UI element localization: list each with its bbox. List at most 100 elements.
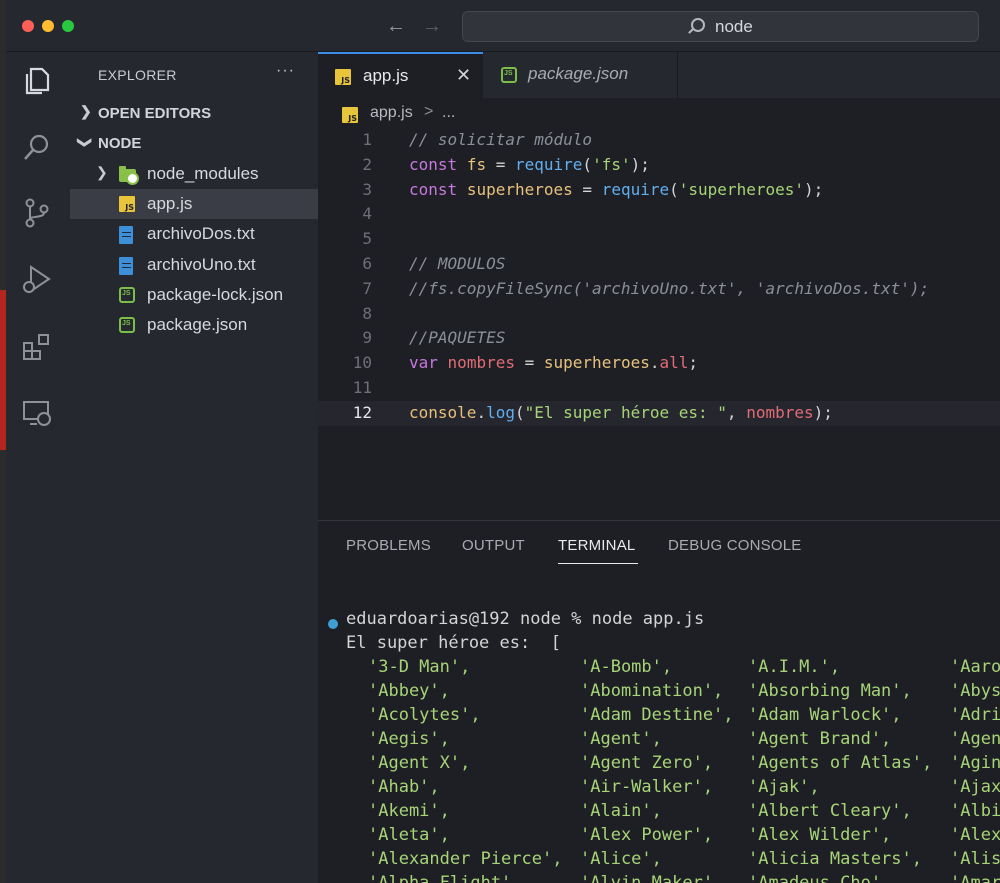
folder-label: NODE (98, 135, 142, 152)
terminal-array-item: 'Amar (950, 873, 1000, 883)
source-control-icon[interactable] (20, 196, 54, 230)
tree-item-archivouno[interactable]: archivoUno.txt (70, 250, 318, 280)
terminal-array-item: '3-D Man', (368, 657, 471, 677)
command-center-search[interactable]: node (462, 11, 979, 42)
chevron-right-icon: ❯ (96, 164, 108, 180)
javascript-file-icon: JS (119, 196, 135, 212)
code-text: const fs = require('fs'); (409, 154, 650, 174)
panel-tab-problems[interactable]: PROBLEMS (346, 537, 431, 554)
terminal-array-item: 'Agent X', (368, 753, 471, 773)
remote-explorer-icon[interactable] (20, 396, 54, 430)
line-number: 5 (362, 229, 372, 249)
code-line: 10 var nombres = superheroes.all; (318, 351, 1000, 376)
terminal-array-item: 'Adri (950, 705, 1000, 725)
back-arrow-icon[interactable]: ← (386, 14, 406, 38)
open-editors-label: OPEN EDITORS (98, 105, 212, 122)
terminal-array-item: 'Abbey', (368, 681, 450, 701)
breadcrumb-file[interactable]: app.js (370, 104, 413, 122)
more-actions-icon[interactable]: ··· (276, 62, 295, 80)
code-editor[interactable]: 1 // solicitar módulo 2 const fs = requi… (318, 128, 1000, 518)
active-tab-indicator (558, 563, 638, 564)
code-line: 4 (318, 202, 1000, 227)
terminal-array-item: 'Alicia Masters', (748, 849, 922, 869)
terminal-array-item: 'Air-Walker', (580, 777, 714, 797)
node-json-icon (501, 67, 517, 83)
code-text: console.log("El super héroe es: ", nombr… (409, 402, 833, 422)
sidebar-title: EXPLORER (98, 67, 177, 83)
panel-tab-terminal[interactable]: TERMINAL (558, 537, 635, 554)
terminal-array-item: 'Alex Wilder', (748, 825, 892, 845)
terminal-array-item: 'Albi (950, 801, 1000, 821)
terminal-array-item: 'A.I.M.', (748, 657, 841, 677)
extensions-icon[interactable] (20, 330, 54, 364)
chevron-right-icon: ❯ (80, 103, 92, 119)
code-line: 11 (318, 376, 1000, 401)
terminal-array-item: 'Alvin Maker', (580, 873, 724, 883)
text-file-icon (119, 257, 133, 275)
tree-item-package-lock[interactable]: package-lock.json (70, 280, 318, 310)
line-number: 7 (362, 278, 372, 298)
code-text: const superheroes = require('superheroes… (409, 179, 824, 199)
code-text: var nombres = superheroes.all; (409, 353, 699, 373)
close-window-button[interactable] (22, 20, 34, 32)
line-number: 6 (362, 254, 372, 273)
code-line: 2 const fs = require('fs'); (318, 153, 1000, 178)
terminal-array-item: 'Aleta', (368, 825, 450, 845)
tree-item-package-json[interactable]: package.json (70, 310, 318, 340)
terminal[interactable]: eduardoarias@192 node % node app.js El s… (318, 609, 1000, 883)
zoom-window-button[interactable] (62, 20, 74, 32)
tree-item-label: archivoDos.txt (147, 224, 255, 243)
line-number: 10 (352, 353, 372, 373)
javascript-file-icon: JS (335, 69, 351, 85)
tree-item-archivodos[interactable]: archivoDos.txt (70, 219, 318, 249)
terminal-array-item: 'Agent Brand', (748, 729, 892, 749)
tree-item-label: package-lock.json (147, 285, 284, 304)
terminal-array-item: 'Aegis', (368, 729, 450, 749)
terminal-array-item: 'Alice', (580, 849, 662, 869)
line-number: 9 (362, 328, 372, 348)
code-line: 5 (318, 227, 1000, 252)
search-icon[interactable] (20, 130, 54, 164)
explorer-icon[interactable] (20, 64, 54, 98)
code-line: 1 // solicitar módulo (318, 128, 1000, 153)
terminal-array-item: 'Abomination', (580, 681, 724, 701)
tab-app-js[interactable]: JS app.js ✕ (318, 52, 483, 98)
line-number: 12 (352, 402, 372, 422)
terminal-array-item: 'Alex (950, 825, 1000, 845)
terminal-array-item: 'Aaro (950, 657, 1000, 677)
forward-arrow-icon[interactable]: → (422, 14, 442, 38)
panel-tab-debug-console[interactable]: DEBUG CONSOLE (668, 537, 801, 554)
terminal-array-item: 'A-Bomb', (580, 657, 673, 677)
breadcrumb-symbols[interactable]: ... (442, 104, 455, 122)
title-bar: ← → node (6, 0, 1000, 52)
tab-bar: JS app.js ✕ package.json (318, 52, 1000, 98)
terminal-array-item: 'Ajax (950, 777, 1000, 797)
code-line: 8 (318, 302, 1000, 327)
code-line: 7 //fs.copyFileSync('archivoUno.txt', 'a… (318, 277, 1000, 302)
line-number: 3 (362, 179, 372, 199)
run-debug-icon[interactable] (20, 262, 54, 296)
terminal-array-item: 'Albert Cleary', (748, 801, 912, 821)
open-editors-section[interactable]: ❯ OPEN EDITORS (70, 100, 318, 128)
code-line-current: 12 console.log("El super héroe es: ", no… (318, 400, 1000, 426)
tree-item-app-js[interactable]: JS app.js (70, 189, 318, 219)
javascript-file-icon: JS (342, 107, 358, 123)
terminal-array-item: 'Alain', (580, 801, 662, 821)
activity-bar (6, 52, 70, 883)
tab-package-json[interactable]: package.json (483, 52, 678, 98)
close-icon[interactable]: ✕ (456, 65, 471, 86)
folder-section-node[interactable]: ❯ NODE (70, 130, 318, 158)
terminal-array-item: 'Agin (950, 753, 1000, 773)
line-number: 2 (362, 154, 372, 174)
minimize-window-button[interactable] (42, 20, 54, 32)
panel-tab-output[interactable]: OUTPUT (462, 537, 525, 554)
search-icon (691, 18, 705, 32)
tree-item-node-modules[interactable]: ❯ node_modules (70, 159, 318, 189)
terminal-output-line: El super héroe es: [ (346, 633, 561, 653)
node-json-icon (119, 317, 135, 333)
tree-item-label: archivoUno.txt (147, 255, 256, 274)
line-number: 1 (362, 130, 372, 149)
tree-item-label: app.js (147, 194, 193, 213)
terminal-array-item: 'Adam Destine', (580, 705, 734, 725)
terminal-array-item: 'Absorbing Man', (748, 681, 912, 701)
